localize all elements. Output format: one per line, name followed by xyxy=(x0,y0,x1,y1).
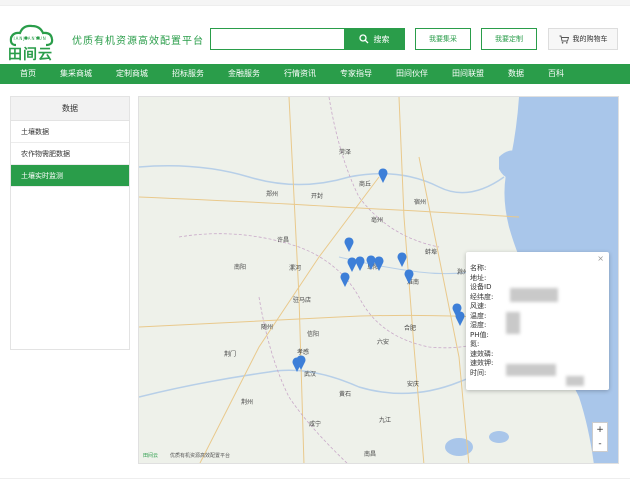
sidebar-item-soil-monitoring[interactable]: 土壤实时监测 xyxy=(11,165,129,187)
info-row-phosphorus: 速效磷: xyxy=(470,349,494,358)
slogan: 优质有机资源高效配置平台 xyxy=(72,36,204,47)
search-button[interactable]: 搜索 xyxy=(344,29,404,49)
info-row-humidity: 湿度: xyxy=(470,321,487,329)
city-label: 菏泽 xyxy=(339,149,352,156)
map-marker-icon[interactable] xyxy=(374,256,384,271)
info-row-wind-speed: 风速: xyxy=(470,302,487,310)
cart-icon xyxy=(559,35,569,44)
main-nav: 首页 集采商城 定制商城 招标服务 金融服务 行情资讯 专家指导 田间伙伴 田间… xyxy=(0,64,630,84)
redacted-value xyxy=(566,376,584,386)
city-label: 随州 xyxy=(261,324,274,331)
logo-pinyin: TIANJIANYUN xyxy=(10,36,47,41)
city-label: 荆门 xyxy=(224,351,237,358)
header: TIANJIANYUN 田间云 优质有机资源高效配置平台 搜索 我要集采 我要定… xyxy=(0,6,630,64)
nav-item-custom-mall[interactable]: 定制商城 xyxy=(104,64,160,84)
custom-button[interactable]: 我要定制 xyxy=(481,28,537,50)
nav-item-wiki[interactable]: 百科 xyxy=(536,64,576,84)
sidebar-item-soil-data[interactable]: 土壤数据 xyxy=(11,121,129,143)
nav-item-bidding[interactable]: 招标服务 xyxy=(160,64,216,84)
device-info-window: × 名称: 地址: 设备ID 经纬度: 风速: 温度: 湿度: PH值: 氮: … xyxy=(466,252,609,390)
city-label: 郑州 xyxy=(266,191,279,198)
nav-item-group-buy[interactable]: 集采商城 xyxy=(48,64,104,84)
redacted-value xyxy=(506,364,556,376)
nav-item-market-news[interactable]: 行情资讯 xyxy=(272,64,328,84)
city-label: 开封 xyxy=(311,193,324,200)
city-label: 宿州 xyxy=(414,199,427,206)
city-label: 荆州 xyxy=(241,399,254,406)
map-marker-icon[interactable] xyxy=(355,256,365,271)
map-marker-icon[interactable] xyxy=(397,252,407,267)
redacted-value xyxy=(510,288,558,302)
footer-divider xyxy=(0,478,630,479)
city-label: 咸宁 xyxy=(309,421,322,428)
city-label: 九江 xyxy=(379,417,392,424)
zoom-in-button[interactable]: + xyxy=(593,423,607,437)
city-label: 南阳 xyxy=(234,264,247,271)
map-marker-icon[interactable] xyxy=(296,355,306,370)
buy-button[interactable]: 我要集采 xyxy=(415,28,471,50)
map-marker-icon[interactable] xyxy=(404,269,414,284)
search-box: 搜索 xyxy=(210,28,405,50)
map-marker-icon[interactable] xyxy=(340,272,350,287)
info-row-nitrogen: 氮: xyxy=(470,340,480,348)
map-zoom-control: + - xyxy=(592,422,608,452)
map-marker-icon[interactable] xyxy=(455,311,465,326)
nav-item-finance[interactable]: 金融服务 xyxy=(216,64,272,84)
attribution-logo: 田间云 xyxy=(143,453,159,459)
redacted-value xyxy=(506,312,520,334)
zoom-out-button[interactable]: - xyxy=(593,437,607,451)
city-label: 亳州 xyxy=(371,217,384,224)
city-label: 商丘 xyxy=(359,181,372,188)
sidebar: 数据 土壤数据 农作物需肥数据 土壤实时监测 xyxy=(10,96,130,350)
city-label: 合肥 xyxy=(404,325,417,332)
nav-item-data[interactable]: 数据 xyxy=(496,64,536,84)
info-close-button[interactable]: × xyxy=(597,254,604,263)
logo-text[interactable]: 田间云 xyxy=(8,44,53,64)
city-label: 武汉 xyxy=(304,371,317,378)
city-label: 漯河 xyxy=(289,265,302,272)
cart-button[interactable]: 我的购物车 xyxy=(548,28,618,50)
sidebar-item-crop-fertilizer[interactable]: 农作物需肥数据 xyxy=(11,143,129,165)
nav-item-alliance[interactable]: 田间联盟 xyxy=(440,64,496,84)
city-label: 驻马店 xyxy=(293,297,312,304)
info-row-name: 名称: xyxy=(470,264,487,272)
nav-item-partner[interactable]: 田间伙伴 xyxy=(384,64,440,84)
sidebar-title: 数据 xyxy=(11,97,129,121)
attribution-text: 优质有机资源高效配置平台 xyxy=(170,453,231,459)
map-attribution: 田间云 优质有机资源高效配置平台 xyxy=(143,452,230,459)
nav-item-expert[interactable]: 专家指导 xyxy=(328,64,384,84)
search-button-label: 搜索 xyxy=(373,34,390,44)
info-row-ph: PH值: xyxy=(470,330,489,339)
search-input[interactable] xyxy=(211,29,344,49)
city-label: 南昌 xyxy=(364,451,377,458)
nav-item-home[interactable]: 首页 xyxy=(0,64,48,84)
city-label: 黄石 xyxy=(339,391,352,398)
info-row-temperature: 温度: xyxy=(470,311,487,320)
city-label: 六安 xyxy=(377,339,390,346)
cart-label: 我的购物车 xyxy=(572,35,608,43)
city-label: 蚌埠 xyxy=(425,249,438,256)
search-icon xyxy=(358,34,368,44)
city-label: 安庆 xyxy=(407,381,420,388)
city-label: 信阳 xyxy=(307,331,320,338)
city-label: 许昌 xyxy=(277,237,290,244)
map-marker-icon[interactable] xyxy=(378,168,388,183)
info-row-address: 地址: xyxy=(470,273,487,282)
map-marker-icon[interactable] xyxy=(344,237,354,252)
